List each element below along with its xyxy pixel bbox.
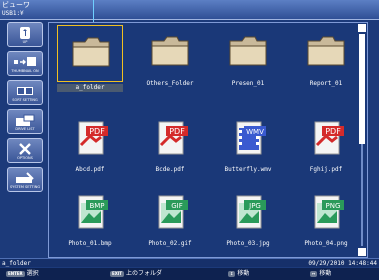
svg-text:BMP: BMP [89,202,104,210]
folder-icon [150,33,190,73]
svg-text:GIF: GIF [171,202,183,210]
sidebar-item-label: SORT SETTING [12,98,38,102]
file-tile[interactable]: Report_01 [287,25,365,93]
file-tile[interactable]: Presen_01 [209,25,287,93]
pdf-icon: PDF [150,119,190,159]
scrollbar[interactable] [358,24,366,256]
help-label: 移動 [319,270,332,277]
file-grid: a_folder Others_Folder Presen_01 Report_… [48,22,368,258]
sidebar-item-label: THUMBNAIL ON [11,69,39,73]
sidebar-item-system-setting[interactable]: SYSTEM SETTING [7,167,43,192]
sidebar-item-label: DRIVE LIST [15,127,35,131]
file-name: Abcd.pdf [75,166,105,173]
image-icon: GIF [150,193,190,233]
svg-text:PNG: PNG [326,202,341,210]
svg-text:PDF: PDF [89,127,105,136]
file-name: Photo_02.gif [148,240,192,247]
drive-label: USB1:¥ [2,10,24,17]
help-move-vertical: ↕ 移動 [228,268,249,280]
drive-icon [8,113,42,127]
svg-text:WMV: WMV [246,128,264,136]
scroll-up-button[interactable] [358,24,366,32]
sidebar-item-label: SYSTEM SETTING [9,185,41,189]
video-icon: WMV [228,119,268,159]
help-label: 上のフォルダ [126,270,163,277]
file-tile[interactable]: PNG Photo_04.png [287,185,365,253]
system-icon [8,171,42,185]
file-tile[interactable]: Others_Folder [131,25,209,93]
sidebar-item-options[interactable]: OPTIONS [7,138,43,163]
file-tile[interactable]: WMV Butterfly.wmv [209,111,287,179]
image-icon: BMP [70,193,110,233]
updown-arrow-icon: ↕ [228,270,236,277]
help-move-horizontal: ↔ 移動 [310,268,331,280]
file-name: Photo_04.png [304,240,348,247]
file-tile[interactable]: BMP Photo_01.bmp [51,185,129,253]
image-icon: PNG [306,193,346,233]
folder-icon [228,33,268,73]
leftright-arrow-icon: ↔ [310,270,318,277]
file-tile[interactable]: PDF Abcd.pdf [51,111,129,179]
file-tile[interactable]: GIF Photo_02.gif [131,185,209,253]
file-tile[interactable]: PDF Fghij.pdf [287,111,365,179]
file-name: Others_Folder [146,80,194,87]
svg-text:PDF: PDF [325,127,341,136]
enter-key-icon: ENTER [6,270,25,277]
svg-text:JPG: JPG [248,202,261,210]
scrollbar-thumb[interactable] [359,34,365,144]
sidebar-item-drive-list[interactable]: DRIVE LIST [7,109,43,134]
file-name: Fghij.pdf [309,166,343,173]
file-name: Photo_03.jpg [226,240,270,247]
file-tile[interactable]: JPG Photo_03.jpg [209,185,287,253]
folder-icon [306,33,346,73]
title-bar: ビューワ USB1:¥ [0,0,379,20]
file-name: Photo_01.bmp [68,240,112,247]
window-title: ビューワ [2,1,30,9]
sidebar-item-up[interactable]: UP [7,22,43,47]
scroll-down-button[interactable] [358,248,366,256]
sidebar: UP THUMBNAIL ON SORT SETTING DRIVE LIST … [4,22,44,258]
file-name: Butterfly.wmv [224,166,272,173]
file-name: Bcde.pdf [155,166,185,173]
pdf-icon: PDF [306,119,346,159]
folder-icon [57,25,123,82]
sidebar-item-label: UP [22,40,28,44]
status-bar: a_folder 09/29/2010 14:48:44 [0,258,379,267]
sidebar-item-label: OPTIONS [17,156,33,160]
svg-text:PDF: PDF [169,127,185,136]
thumbnail-icon [8,55,42,69]
help-label: 移動 [237,270,250,277]
tools-icon [8,142,42,156]
help-up-folder: EXIT 上のフォルダ [110,268,162,280]
file-name: Report_01 [309,80,343,87]
current-path: a_folder [2,260,31,267]
file-tile[interactable]: PDF Bcde.pdf [131,111,209,179]
exit-key-icon: EXIT [110,270,125,277]
file-tile[interactable]: a_folder [51,25,129,93]
sidebar-item-thumbnail[interactable]: THUMBNAIL ON [7,51,43,76]
pdf-icon: PDF [70,119,110,159]
datetime: 09/29/2010 14:48:44 [308,260,377,267]
file-name: Presen_01 [231,80,265,87]
file-name: a_folder [57,84,123,92]
help-select: ENTER 選択 [6,268,39,280]
sort-icon [8,84,42,98]
sidebar-item-sort[interactable]: SORT SETTING [7,80,43,105]
image-icon: JPG [228,193,268,233]
help-label: 選択 [26,270,39,277]
help-bar: ENTER 選択 EXIT 上のフォルダ ↕ 移動 ↔ 移動 [0,268,379,280]
up-arrow-icon [8,26,42,40]
